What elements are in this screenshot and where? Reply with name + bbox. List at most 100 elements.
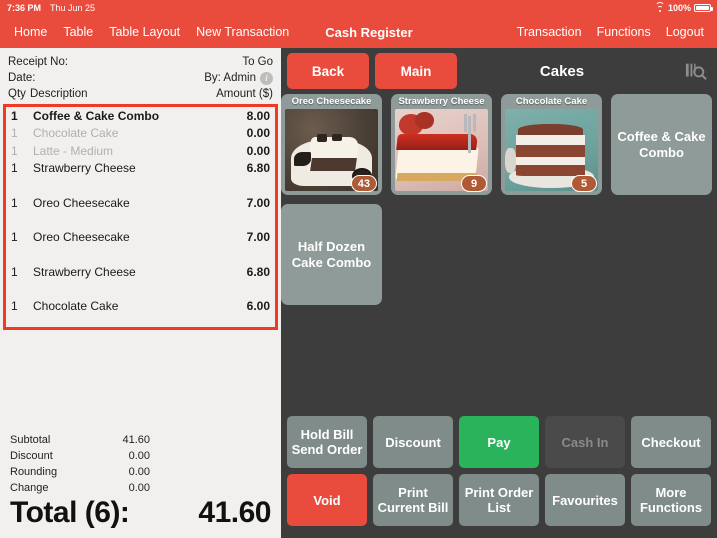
product-tile-label: Strawberry Cheese — [398, 96, 485, 107]
item-description: Chocolate Cake — [33, 299, 119, 314]
nav-table-layout[interactable]: Table Layout — [109, 25, 180, 39]
top-navigation-bar: Home Table Table Layout New Transaction … — [0, 16, 717, 48]
info-icon[interactable]: i — [260, 71, 273, 85]
total-value: 0.00 — [128, 466, 150, 478]
receipt-item-row[interactable]: 1 Strawberry Cheese 6.80 — [6, 160, 275, 178]
item-description: Latte - Medium — [33, 143, 114, 158]
column-header-description: Description — [30, 88, 88, 100]
battery-percent-label: 100% — [667, 3, 691, 13]
product-tile-grid: Oreo Cheesecake 43 Strawberry Cheese 9 Choco… — [281, 94, 717, 310]
product-tile-label: Half Dozen Cake Combo — [291, 238, 372, 270]
discount-button[interactable]: Discount — [373, 416, 453, 468]
total-row: Rounding 0.00 — [10, 464, 150, 480]
product-tile[interactable]: Half Dozen Cake Combo — [281, 204, 382, 305]
pos-app-screen: 7:36 PM Thu Jun 25 100% Home Table Table… — [0, 0, 717, 538]
status-bar: 7:36 PM Thu Jun 25 100% — [0, 0, 717, 16]
item-qty: 1 — [11, 143, 18, 158]
print-order-list-button[interactable]: Print Order List — [459, 474, 539, 526]
item-amount: 7.00 — [246, 195, 270, 210]
total-label: Subtotal — [10, 434, 51, 446]
receipt-spacer — [0, 330, 281, 432]
total-label: Change — [10, 482, 49, 494]
total-row: Discount 0.00 — [10, 448, 150, 464]
receipt-item-row[interactable]: 1 Chocolate Cake 6.00 — [6, 298, 275, 316]
item-qty: 1 — [11, 108, 18, 123]
page-title: Cash Register — [325, 24, 413, 40]
item-qty: 1 — [11, 230, 18, 245]
status-date: Thu Jun 25 — [50, 3, 96, 13]
receipt-date-line: Date: By: Admin i — [8, 70, 273, 86]
total-row: Change 0.00 — [10, 480, 150, 496]
product-panel-toolbar: Back Main Cakes — [281, 48, 717, 94]
item-qty: 1 — [11, 161, 18, 176]
nav-home[interactable]: Home — [14, 25, 47, 39]
totals-section: Subtotal 41.60 Discount 0.00 Rounding 0.00 Cha… — [0, 96, 406, 538]
total-label: Discount — [10, 450, 53, 462]
product-tile[interactable]: Coffee & Cake Combo — [611, 94, 712, 195]
nav-table[interactable]: Table — [63, 25, 93, 39]
grand-total-value: 41.60 — [198, 496, 271, 529]
item-amount: 6.80 — [246, 161, 270, 176]
battery-icon — [694, 4, 713, 12]
item-amount: 6.00 — [246, 299, 270, 314]
main-button[interactable]: Main — [375, 53, 457, 89]
grand-total-label: Total (6): — [10, 496, 130, 529]
receipt-header: Receipt No: To Go Date: By: Admin i — [0, 48, 281, 86]
receipt-no-label: Receipt No: — [8, 56, 69, 68]
nav-left-group: Home Table Table Layout New Transaction — [14, 25, 289, 39]
more-functions-button[interactable]: More Functions — [631, 474, 711, 526]
item-amount: 8.00 — [246, 108, 270, 123]
item-qty: 1 — [11, 264, 18, 279]
receipt-no-value: To Go — [242, 56, 273, 68]
receipt-item-row[interactable]: 1 Coffee & Cake Combo 8.00 — [6, 107, 275, 125]
receipt-item-row[interactable]: 1 Latte - Medium 0.00 — [6, 142, 275, 160]
receipt-column-headers: Qty Description Amount ($) — [0, 86, 281, 104]
product-tile[interactable]: Strawberry Cheese 9 — [391, 94, 492, 195]
status-right-cluster: 100% — [654, 2, 713, 13]
item-amount: 0.00 — [246, 143, 270, 158]
total-value: 0.00 — [128, 450, 150, 462]
item-qty: 1 — [11, 126, 18, 141]
item-description: Oreo Cheesecake — [33, 230, 130, 245]
pay-button[interactable]: Pay — [459, 416, 539, 468]
item-qty: 1 — [11, 195, 18, 210]
receipt-item-row[interactable]: 1 Strawberry Cheese 6.80 — [6, 263, 275, 281]
nav-logout[interactable]: Logout — [666, 25, 704, 39]
column-header-amount: Amount ($) — [216, 88, 273, 100]
receipt-item-row[interactable]: 1 Oreo Cheesecake 7.00 — [6, 194, 275, 212]
total-value: 0.00 — [128, 482, 150, 494]
void-button[interactable]: Void — [287, 474, 367, 526]
hold-bill-send-order-button[interactable]: Hold Bill Send Order — [287, 416, 367, 468]
checkout-button[interactable]: Checkout — [631, 416, 711, 468]
stock-count-badge: 9 — [461, 175, 487, 192]
product-tile[interactable]: Chocolate Cake 5 — [501, 94, 602, 195]
product-tile-label: Oreo Cheesecake — [291, 96, 372, 107]
action-button-area: Hold Bill Send Order Discount Pay Cash In Ch… — [281, 416, 717, 538]
receipt-no-line: Receipt No: To Go — [8, 54, 273, 70]
receipt-item-row[interactable]: 1 Oreo Cheesecake 7.00 — [6, 229, 275, 247]
totals-left-column: Subtotal 41.60 Discount 0.00 Rounding 0.00 Cha… — [10, 432, 150, 496]
nav-functions[interactable]: Functions — [597, 25, 651, 39]
item-description: Coffee & Cake Combo — [33, 108, 160, 123]
item-description: Chocolate Cake — [33, 126, 119, 141]
status-time: 7:36 PM — [7, 3, 42, 13]
item-amount: 0.00 — [246, 126, 270, 141]
action-row-primary: Hold Bill Send Order Discount Pay Cash In Ch… — [287, 416, 711, 468]
wifi-icon — [654, 2, 665, 12]
product-tile[interactable]: Oreo Cheesecake 43 — [281, 94, 382, 195]
receipt-item-row[interactable]: 1 Chocolate Cake 0.00 — [6, 125, 275, 143]
product-tile-label: Coffee & Cake Combo — [617, 128, 706, 160]
stock-count-badge: 43 — [350, 175, 377, 192]
nav-new-transaction[interactable]: New Transaction — [196, 25, 289, 39]
item-description: Strawberry Cheese — [33, 161, 136, 176]
list-search-icon[interactable] — [685, 60, 707, 82]
product-tile-label: Chocolate Cake — [515, 96, 588, 107]
receipt-operator-group: By: Admin i — [204, 70, 273, 86]
print-current-bill-button[interactable]: Print Current Bill — [373, 474, 453, 526]
grand-total-row: Total (6): 41.60 — [0, 496, 281, 538]
nav-transaction[interactable]: Transaction — [517, 25, 582, 39]
receipt-items-list[interactable]: 1 Coffee & Cake Combo 8.00 1 Chocolate Cake 0… — [3, 104, 278, 330]
favourites-button[interactable]: Favourites — [545, 474, 625, 526]
item-description: Strawberry Cheese — [33, 264, 136, 279]
back-button[interactable]: Back — [287, 53, 369, 89]
